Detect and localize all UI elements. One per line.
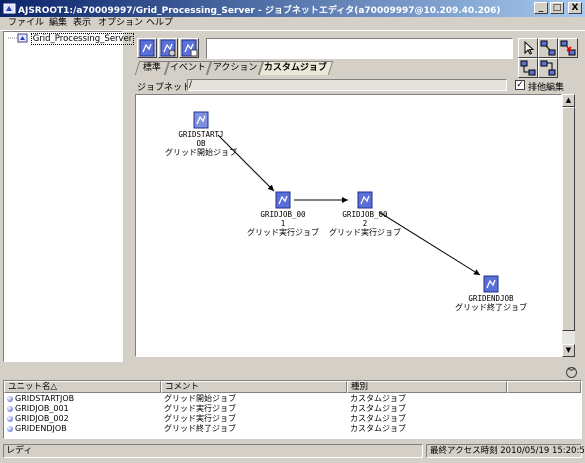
column-header-blank [507,381,581,393]
scroll-down-button[interactable]: ▼ [562,344,575,357]
tab-custom-job[interactable]: カスタムジョブ [258,61,334,75]
table-row[interactable]: GRIDENDJOB グリッド終了ジョブ カスタムジョブ [4,424,581,433]
tab-standard[interactable]: 標準 [134,61,170,75]
table-row[interactable]: GRIDJOB_001 グリッド実行ジョブ カスタムジョブ [4,404,581,413]
menu-help[interactable]: ヘルプ [144,17,175,30]
tab-event-label: イベント [169,63,206,73]
app-icon [3,3,16,14]
job-name: GRIDJOB_00 2 [342,210,388,228]
delete-connect-icon [560,40,576,56]
menu-view[interactable]: 表示 [71,17,93,30]
job-comment: グリッド実行ジョブ [247,228,319,237]
icon-name-box [206,38,513,59]
cell-comment: グリッド実行ジョブ [164,404,236,413]
maximize-button[interactable]: □ [550,2,564,14]
tree-pane[interactable]: Grid_Processing_Server [3,31,135,362]
cell-type: カスタムジョブ [350,394,406,403]
last-access-time: 最終アクセス時刻 2010/05/19 15:20:57 [426,444,585,458]
menu-file[interactable]: ファイル [6,17,46,30]
table-header: ユニット名△ コメント 種別 [4,381,581,393]
collapse-list-button[interactable]: ︾ [566,367,577,378]
chevron-double-down-icon: ︾ [568,368,575,376]
exclusive-edit-checkbox[interactable]: ✓ [515,80,525,90]
minimize-button[interactable]: _ [534,2,548,14]
cell-type: カスタムジョブ [350,404,406,413]
layout-tool-button[interactable] [538,58,558,78]
custom-job-button[interactable] [137,38,157,58]
scroll-up-button[interactable]: ▲ [562,94,575,107]
jobnet-label: ジョブネット: [137,83,195,93]
custom-job-icon [139,39,155,57]
tab-custom-job-label: カスタムジョブ [264,63,328,73]
job-icon-gridstartjob[interactable]: GRIDSTARTJ OB グリッド開始ジョブ [161,111,241,157]
job-comment: グリッド開始ジョブ [165,148,237,157]
unix-job-icon [181,39,198,57]
job-icon-gridendjob[interactable]: GRIDENDJOB グリッド終了ジョブ [451,275,531,312]
delete-connect-button[interactable] [558,38,578,58]
cell-unit-name: GRIDJOB_002 [15,414,69,423]
horizontal-splitter[interactable] [0,365,585,380]
job-name: GRIDSTARTJ OB [178,130,224,148]
menu-edit[interactable]: 編集 [47,17,69,30]
column-header-type[interactable]: 種別 [347,381,507,393]
job-status-icon [7,425,13,432]
connect-icon [540,40,556,56]
pc-job-button[interactable] [158,38,178,58]
unit-list-table[interactable]: ユニット名△ コメント 種別 GRIDSTARTJOB グリッド開始ジョブ カス… [3,380,582,439]
custom-job-icon [357,191,373,209]
window-title: AJSROOT1:/a70009997/Grid_Processing_Serv… [18,6,501,16]
exclusive-edit-label: 排他編集 [528,83,565,93]
relation-icon [520,60,536,76]
menu-bar: ファイル 編集 表示 オプション ヘルプ [0,17,585,30]
job-status-icon [7,415,13,422]
scroll-thumb[interactable] [562,107,575,331]
cell-comment: グリッド開始ジョブ [164,394,236,403]
jobnet-field: / [187,79,507,91]
cell-unit-name: GRIDJOB_001 [15,404,69,413]
table-row[interactable]: GRIDSTARTJOB グリッド開始ジョブ カスタムジョブ [4,394,581,403]
canvas-vertical-scrollbar[interactable]: ▲ ▼ [562,94,575,357]
job-comment: グリッド実行ジョブ [329,228,401,237]
tree-connector-icon [8,33,28,43]
unix-job-button[interactable] [179,38,199,58]
tab-event[interactable]: イベント [164,61,212,75]
pc-job-icon [160,39,176,57]
job-status-icon [7,395,13,402]
custom-job-icon [275,191,291,209]
cell-type: カスタムジョブ [350,414,406,423]
menu-options[interactable]: オプション [96,17,145,30]
job-icon-gridjob-002[interactable]: GRIDJOB_00 2 グリッド実行ジョブ [325,191,405,237]
job-status-icon [7,405,13,412]
column-header-comment[interactable]: コメント [161,381,347,393]
custom-job-icon [193,111,209,129]
status-bar: レディ 最終アクセス時刻 2010/05/19 15:20:57 [0,444,585,458]
status-text: レディ [3,444,423,458]
cell-comment: グリッド実行ジョブ [164,414,236,423]
custom-job-icon [483,275,499,293]
connect-tool-button[interactable] [538,38,558,58]
tab-standard-label: 標準 [142,63,161,73]
vertical-splitter[interactable] [125,31,130,362]
layout-icon [540,60,556,76]
cell-comment: グリッド終了ジョブ [164,424,236,433]
cell-type: カスタムジョブ [350,424,406,433]
job-name: GRIDENDJOB [468,294,514,303]
cell-unit-name: GRIDSTARTJOB [15,394,75,403]
tab-action[interactable]: アクション [206,61,264,75]
tree-node-label: Grid_Processing_Server [30,32,135,45]
close-button[interactable]: X [568,2,582,14]
job-comment: グリッド終了ジョブ [455,303,527,312]
jobnet-canvas[interactable]: GRIDSTARTJ OB グリッド開始ジョブ GRIDJOB_00 1 グリッ… [135,94,562,357]
relation-tool-button[interactable] [518,58,538,78]
table-row[interactable]: GRIDJOB_002 グリッド実行ジョブ カスタムジョブ [4,414,581,423]
column-header-unit-name[interactable]: ユニット名△ [4,381,161,393]
select-tool-button[interactable] [518,38,538,58]
job-name: GRIDJOB_00 1 [260,210,306,228]
tree-node-root[interactable]: Grid_Processing_Server [6,32,135,45]
select-arrow-icon [524,40,535,55]
tab-action-label: アクション [212,63,258,73]
job-icon-gridjob-001[interactable]: GRIDJOB_00 1 グリッド実行ジョブ [243,191,323,237]
title-bar: AJSROOT1:/a70009997/Grid_Processing_Serv… [0,0,585,17]
cell-unit-name: GRIDENDJOB [15,424,67,433]
